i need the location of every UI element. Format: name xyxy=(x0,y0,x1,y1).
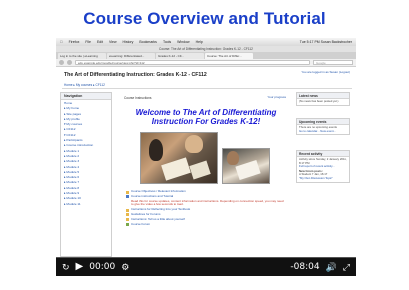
resource-link[interactable]: Course Forum xyxy=(131,222,150,227)
menu-item: File xyxy=(82,40,91,44)
back-icon xyxy=(59,60,64,65)
play-icon[interactable]: ▶ xyxy=(76,262,84,272)
forum-icon xyxy=(126,223,129,227)
apple-icon:  xyxy=(60,40,63,44)
course-content: Course Instructions Your progress Welcom… xyxy=(116,92,290,257)
paper-sheet xyxy=(161,157,191,181)
browser-search-field: Google xyxy=(313,60,353,65)
resource-item: Read this for course updates, content in… xyxy=(126,198,286,208)
section-label: Course Instructions xyxy=(124,96,152,100)
classroom-photo xyxy=(140,132,218,184)
breadcrumb: Home ▸ My courses ▸ CF112 xyxy=(64,83,105,87)
menu-status: Tue 5:17 PM Susan Backstrocher xyxy=(299,40,352,44)
menu-item: Help xyxy=(192,40,203,44)
latest-news-block: Latest news (No news has been posted yet… xyxy=(296,92,350,106)
nav-item: ▸ Module 11 xyxy=(64,201,81,206)
navigation-block: Navigation Home ▸ My home ▸ Site pages ▸… xyxy=(60,92,112,257)
welcome-heading: Welcome to The Art of Differentiating In… xyxy=(135,108,277,126)
student-figure xyxy=(227,151,239,165)
remaining-time: -08:04 xyxy=(290,262,320,272)
video-icon xyxy=(126,195,129,199)
page-icon xyxy=(126,213,129,217)
divider xyxy=(62,88,352,89)
menu-item: View xyxy=(106,40,117,44)
course-title: The Art of Differentiating Instruction: … xyxy=(64,72,207,78)
menu-item: Edit xyxy=(94,40,103,44)
resource-item[interactable]: Course Forum xyxy=(126,222,286,227)
paper-sheet xyxy=(235,159,261,181)
block-link[interactable]: Go to calendar... New event... xyxy=(299,129,347,134)
moodle-header: The Art of Differentiating Instruction: … xyxy=(56,67,356,81)
fullscreen-icon[interactable]: ⤢ xyxy=(343,262,350,272)
upcoming-events-block: Upcoming events There are no upcoming ev… xyxy=(296,118,350,136)
menu-item: Bookmarks xyxy=(136,40,157,44)
info-icon xyxy=(126,200,129,203)
your-progress-label: Your progress xyxy=(267,95,286,99)
video-screen[interactable]:  Firefox File Edit View History Bookmar… xyxy=(56,38,356,258)
page-title: Course Overview and Tutorial xyxy=(83,9,326,28)
resource-link[interactable]: Instructions: Tell us a little about you… xyxy=(131,217,185,222)
browser-url-bar: edu.example.edu/moodle/course/view.php?i… xyxy=(56,59,356,67)
current-time: 00:00 xyxy=(89,262,116,272)
resource-item[interactable]: Instructions: Tell us a little about you… xyxy=(126,217,286,222)
volume-icon[interactable]: 🔊 xyxy=(326,262,337,272)
browser-tab-bar: Log in to the site | eLearning eLearning… xyxy=(56,52,356,59)
student-figure xyxy=(149,139,163,161)
block-body: (No news has been posted yet.) xyxy=(299,99,339,103)
url-field: edu.example.edu/moodle/course/view.php?i… xyxy=(75,60,310,65)
forward-icon xyxy=(67,60,72,65)
paper-sheet xyxy=(189,160,211,180)
menu-item: Tools xyxy=(160,40,171,44)
login-info: You are logged in as Susan (Logout) xyxy=(301,70,350,74)
video-controls: ↻ ▶ 00:00 ⚙ -08:04 🔊 ⤢ xyxy=(56,258,356,276)
resource-list: Course Objectives / Relevant Information… xyxy=(126,189,286,227)
page-icon xyxy=(126,218,129,222)
menu-item: Firefox xyxy=(66,40,80,44)
video-player[interactable]:  Firefox File Edit View History Bookmar… xyxy=(56,38,356,276)
resource-note: Read this for course updates, content in… xyxy=(131,198,284,207)
settings-icon[interactable]: ⚙ xyxy=(121,262,129,272)
mac-menu-bar:  Firefox File Edit View History Bookmar… xyxy=(56,38,356,46)
classroom-photo xyxy=(222,148,270,184)
replay-icon[interactable]: ↻ xyxy=(62,262,70,272)
menu-item: Window xyxy=(174,40,189,44)
forum-post-link[interactable]: "My Own Discussion Topic" xyxy=(299,176,347,181)
page-icon xyxy=(126,208,129,212)
navigation-heading: Navigation xyxy=(61,93,111,100)
menu-item: History xyxy=(119,40,134,44)
recent-activity-block: Recent activity Activity since Sunday, 2… xyxy=(296,150,350,183)
student-figure xyxy=(185,135,203,153)
page-icon xyxy=(126,190,129,194)
